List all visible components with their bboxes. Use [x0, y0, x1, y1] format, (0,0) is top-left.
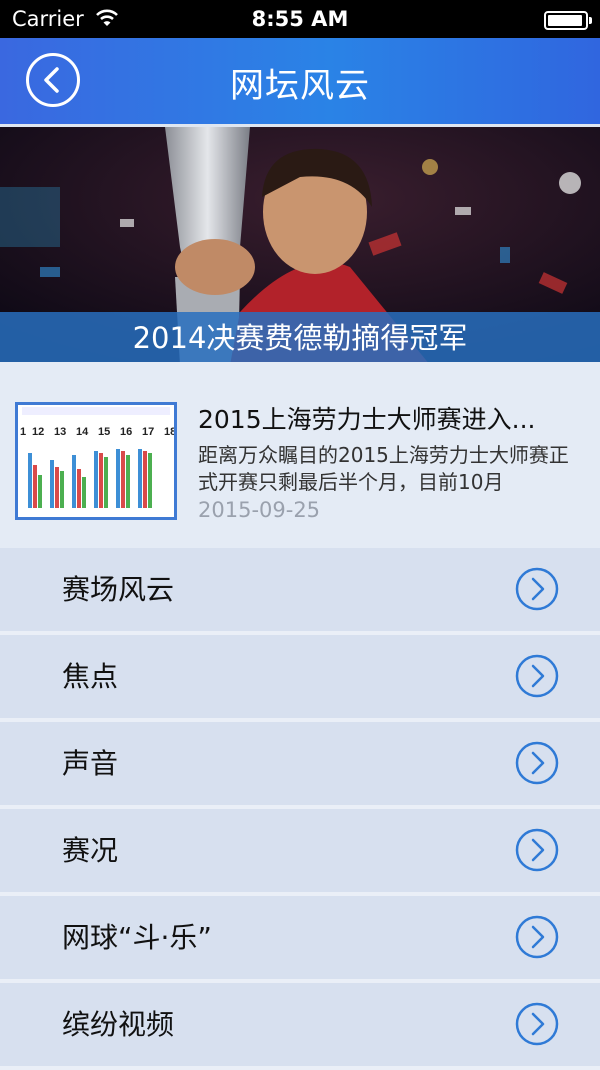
- menu-item-tennis-fun[interactable]: 网球“斗·乐”: [0, 896, 600, 983]
- page-title: 网坛风云: [230, 66, 370, 106]
- menu-item-match-status[interactable]: 赛况: [0, 809, 600, 896]
- status-bar: Carrier 8:55 AM: [0, 0, 600, 38]
- chevron-right-circle-icon: [515, 741, 559, 785]
- nav-bar: 网坛风云: [0, 38, 600, 124]
- svg-text:12: 12: [32, 426, 44, 438]
- menu-item-label: 赛场风云: [62, 573, 175, 606]
- svg-text:1: 1: [20, 426, 26, 438]
- svg-text:16: 16: [120, 426, 132, 438]
- menu-item-court-news[interactable]: 赛场风云: [0, 548, 600, 635]
- menu-item-label: 焦点: [62, 660, 119, 693]
- news-thumbnail: 1 12 13 14 15 16 17 18: [15, 402, 177, 520]
- battery-icon: [544, 11, 592, 30]
- category-menu: 赛场风云 焦点 声音 赛况 网球“斗·乐” 缤纷视频: [0, 548, 600, 1070]
- menu-item-label: 缤纷视频: [62, 1008, 175, 1041]
- svg-text:15: 15: [98, 426, 110, 438]
- clock: 8:55 AM: [251, 7, 349, 31]
- chevron-right-circle-icon: [515, 567, 559, 611]
- menu-item-label: 赛况: [62, 834, 119, 867]
- news-date: 2015-09-25: [198, 498, 321, 522]
- featured-banner[interactable]: 2014决赛费德勒摘得冠军: [0, 124, 600, 362]
- svg-text:14: 14: [76, 426, 89, 438]
- chevron-right-circle-icon: [515, 915, 559, 959]
- svg-text:17: 17: [142, 426, 154, 438]
- chevron-right-circle-icon: [515, 1002, 559, 1046]
- svg-text:18: 18: [164, 426, 174, 438]
- menu-item-videos[interactable]: 缤纷视频: [0, 983, 600, 1070]
- menu-item-focus[interactable]: 焦点: [0, 635, 600, 722]
- chevron-right-circle-icon: [515, 828, 559, 872]
- banner-caption: 2014决赛费德勒摘得冠军: [0, 312, 600, 362]
- menu-item-label: 声音: [62, 747, 119, 780]
- menu-item-voices[interactable]: 声音: [0, 722, 600, 809]
- chevron-right-circle-icon: [515, 654, 559, 698]
- news-headline: 2015上海劳力士大师赛进入...: [198, 405, 536, 434]
- menu-item-label: 网球“斗·乐”: [62, 921, 212, 954]
- news-summary: 距离万众瞩目的2015上海劳力士大师赛正式开赛只剩最后半个月，目前10月: [198, 443, 569, 494]
- svg-text:13: 13: [54, 426, 66, 438]
- news-item[interactable]: 1 12 13 14 15 16 17 18 2015上海劳力士大师赛进入... 距离万众…: [0, 362, 600, 548]
- thumbnail-chart-image: 1 12 13 14 15 16 17 18: [18, 405, 176, 517]
